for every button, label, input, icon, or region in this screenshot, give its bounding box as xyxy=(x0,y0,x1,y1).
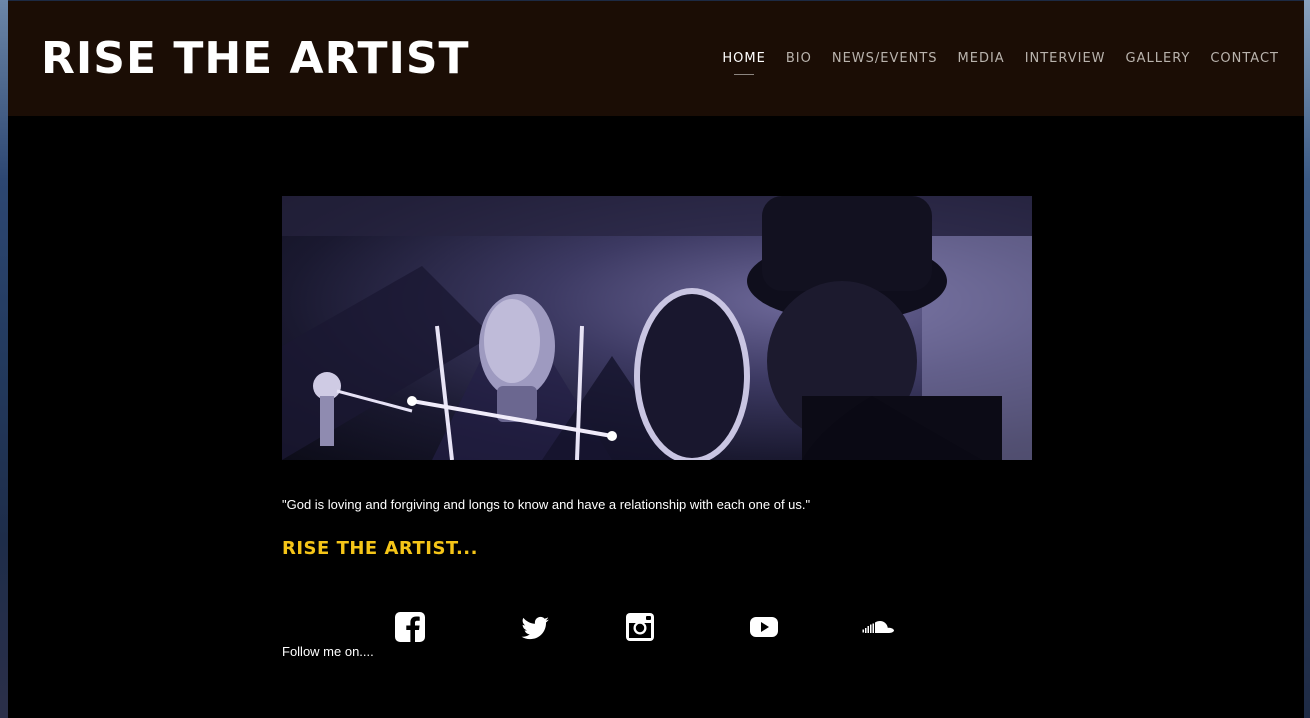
follow-label: Follow me on.... xyxy=(282,644,374,659)
nav-interview[interactable]: INTERVIEW xyxy=(1025,49,1106,69)
nav-news-events[interactable]: NEWS/EVENTS xyxy=(832,49,938,69)
website: RISE THE ARTIST HOME BIO NEWS/EVENTS MED… xyxy=(8,1,1304,718)
desktop-background-left xyxy=(0,0,8,718)
soundcloud-icon[interactable] xyxy=(862,611,896,643)
nav-home[interactable]: HOME xyxy=(722,49,765,75)
studio-photo xyxy=(282,196,1032,460)
nav-gallery[interactable]: GALLERY xyxy=(1126,49,1191,69)
site-logo[interactable]: RISE THE ARTIST xyxy=(41,31,470,87)
nav-contact[interactable]: CONTACT xyxy=(1210,49,1279,69)
quote-text: "God is loving and forgiving and longs t… xyxy=(282,497,811,512)
twitter-icon[interactable] xyxy=(519,611,551,643)
nav-bio[interactable]: BIO xyxy=(786,49,812,69)
hero-image xyxy=(282,196,1032,460)
facebook-icon[interactable] xyxy=(394,611,426,643)
main-nav: HOME BIO NEWS/EVENTS MEDIA INTERVIEW GAL… xyxy=(722,49,1279,75)
youtube-icon[interactable] xyxy=(748,611,780,643)
instagram-icon[interactable] xyxy=(624,611,656,643)
tagline-heading: RISE THE ARTIST... xyxy=(282,538,478,559)
desktop-background-right xyxy=(1304,0,1310,718)
site-header: RISE THE ARTIST HOME BIO NEWS/EVENTS MED… xyxy=(8,1,1304,116)
nav-media[interactable]: MEDIA xyxy=(958,49,1005,69)
